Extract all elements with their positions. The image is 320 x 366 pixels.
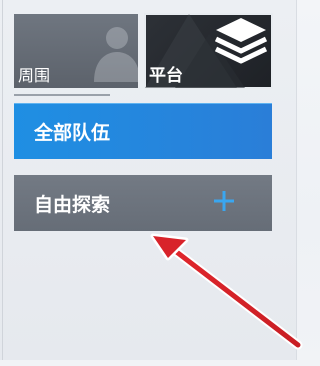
- person-silhouette-icon: [94, 27, 138, 82]
- plus-icon: [214, 191, 234, 211]
- all-teams-label: 全部队伍: [34, 122, 111, 144]
- all-teams-button[interactable]: 全部队伍: [14, 103, 272, 159]
- tab-platform[interactable]: 平台: [144, 13, 273, 89]
- free-explore-label: 自由探索: [34, 193, 111, 216]
- layers-icon: [214, 18, 268, 64]
- tab-nearby-label: 周围: [18, 66, 51, 85]
- free-explore-button[interactable]: 自由探索: [14, 175, 272, 231]
- panel-divider: [2, 0, 3, 360]
- tab-nearby[interactable]: 周围: [14, 14, 138, 88]
- tab-underline: [14, 94, 110, 96]
- tab-platform-label: 平台: [149, 66, 183, 86]
- side-panel: 周围 平台 全部队伍 自由探索: [0, 0, 297, 360]
